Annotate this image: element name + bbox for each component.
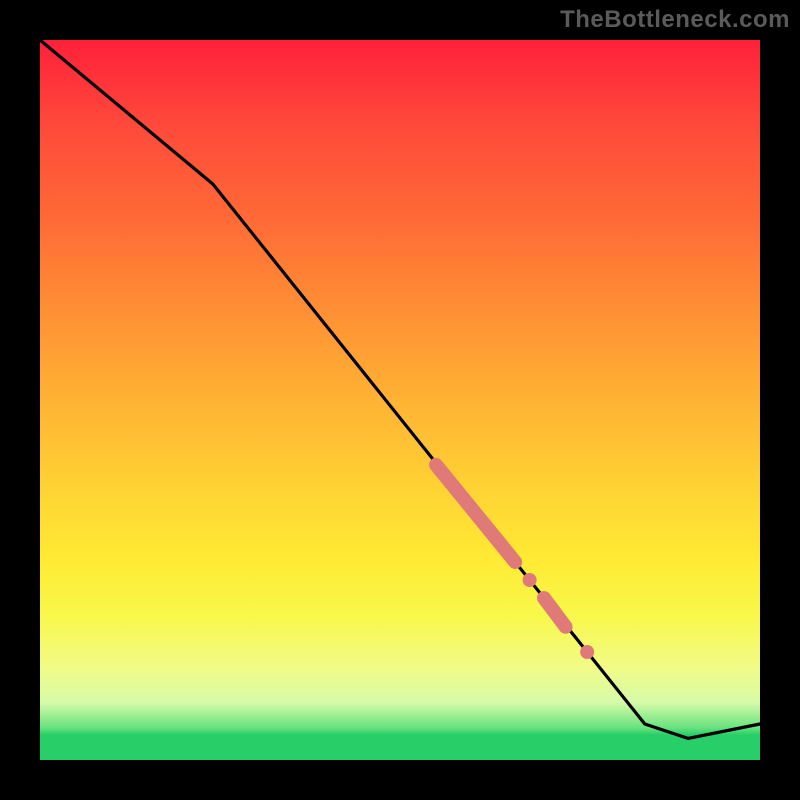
highlight-segment-1 — [436, 465, 515, 562]
highlight-dot-2 — [580, 645, 594, 659]
watermark-text: TheBottleneck.com — [560, 6, 790, 34]
curve-markers — [436, 465, 594, 659]
chart-frame: TheBottleneck.com — [0, 0, 800, 800]
chart-overlay — [40, 40, 760, 760]
highlight-dot-1 — [523, 573, 537, 587]
curve-line — [40, 40, 760, 738]
highlight-segment-2 — [544, 598, 566, 627]
